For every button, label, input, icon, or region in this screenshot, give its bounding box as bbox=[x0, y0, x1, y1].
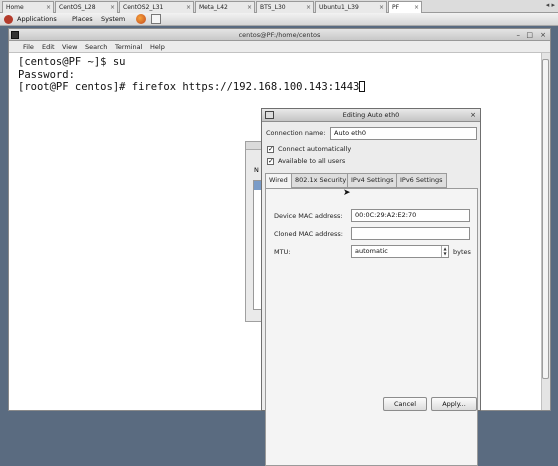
connection-name-label: Connection name: bbox=[266, 129, 326, 137]
terminal-command: [root@PF centos]# firefox https://192.16… bbox=[18, 81, 360, 93]
gnome-foot-icon bbox=[4, 15, 13, 24]
spin-arrows-icon[interactable]: ▲ ▼ bbox=[441, 246, 448, 257]
mail-launcher-icon[interactable] bbox=[151, 14, 161, 24]
device-mac-label: Device MAC address: bbox=[274, 212, 343, 220]
terminal-scrollbar-thumb[interactable] bbox=[542, 59, 549, 379]
close-icon[interactable]: × bbox=[186, 2, 191, 13]
vm-tab-meta-l42[interactable]: Meta_L42 × bbox=[195, 1, 255, 13]
connect-automatically-label: Connect automatically bbox=[278, 145, 352, 153]
text-cursor bbox=[359, 81, 366, 92]
available-to-all-users-label: Available to all users bbox=[278, 157, 346, 165]
terminal-titlebar[interactable]: centos@PF:/home/centos – □ × bbox=[9, 29, 550, 41]
terminal-icon bbox=[11, 31, 19, 39]
background-window-text: N bbox=[254, 166, 259, 174]
places-menu[interactable]: Places bbox=[72, 13, 93, 25]
vm-tab-centos-l28[interactable]: CentOS_L28 × bbox=[55, 1, 118, 13]
cancel-button[interactable]: Cancel bbox=[383, 397, 427, 411]
tab-scroll-arrows-icon[interactable]: ◂ ▸ bbox=[546, 1, 555, 9]
connection-name-input[interactable]: Auto eth0 bbox=[330, 127, 477, 140]
tab-ipv6-settings[interactable]: IPv6 Settings bbox=[396, 173, 447, 188]
terminal-menubar: File Edit View Search Terminal Help bbox=[9, 41, 550, 53]
gnome-top-panel: Applications Places System bbox=[0, 13, 558, 26]
close-icon[interactable]: × bbox=[306, 2, 311, 13]
dialog-title: Editing Auto eth0 bbox=[342, 111, 400, 119]
wired-settings-panel: Device MAC address: 00:0C:29:A2:E2:70 Cl… bbox=[265, 188, 478, 466]
terminal-title: centos@PF:/home/centos bbox=[238, 31, 321, 39]
network-icon bbox=[265, 111, 274, 119]
vm-tab-label: Ubuntu1_L39 bbox=[319, 4, 359, 11]
mtu-label: MTU: bbox=[274, 248, 291, 256]
menu-terminal[interactable]: Terminal bbox=[115, 41, 142, 53]
device-mac-input[interactable]: 00:0C:29:A2:E2:70 bbox=[351, 209, 470, 222]
editing-connection-dialog: Editing Auto eth0 × Connection name: Aut… bbox=[261, 108, 481, 466]
vm-tab-label: BT5_L30 bbox=[260, 4, 286, 11]
vm-tab-ubuntu1-l39[interactable]: Ubuntu1_L39 × bbox=[315, 1, 387, 13]
terminal-line: [centos@PF ~]$ su bbox=[18, 56, 126, 68]
vm-tab-centos2-l31[interactable]: CentOS2_L31 × bbox=[119, 1, 194, 13]
vm-tab-label: Home bbox=[6, 4, 24, 11]
apply-button[interactable]: Apply... bbox=[431, 397, 477, 411]
terminal-line: [root@PF centos]# firefox https://192.16… bbox=[18, 81, 366, 94]
tab-ipv4-settings[interactable]: IPv4 Settings bbox=[347, 173, 398, 188]
dialog-titlebar[interactable]: Editing Auto eth0 × bbox=[262, 109, 480, 122]
menu-edit[interactable]: Edit bbox=[42, 41, 55, 53]
vm-tab-label: PF bbox=[392, 4, 400, 11]
terminal-line: Password: bbox=[18, 68, 75, 81]
vm-tab-label: CentOS_L28 bbox=[59, 4, 96, 11]
available-to-all-users-checkbox[interactable]: ✓ bbox=[267, 158, 274, 165]
close-icon[interactable]: × bbox=[540, 29, 546, 41]
firefox-launcher-icon[interactable] bbox=[136, 14, 146, 24]
system-menu[interactable]: System bbox=[101, 13, 125, 25]
mouse-pointer-icon: ➤ bbox=[343, 188, 351, 198]
terminal-output[interactable]: [centos@PF ~]$ su Password: [root@PF cento… bbox=[18, 56, 366, 94]
close-icon[interactable]: × bbox=[414, 2, 419, 13]
vm-tab-label: CentOS2_L31 bbox=[123, 4, 164, 11]
menu-search[interactable]: Search bbox=[85, 41, 107, 53]
menu-view[interactable]: View bbox=[62, 41, 77, 53]
close-icon[interactable]: × bbox=[46, 2, 51, 13]
vm-tab-bar: Home × CentOS_L28 × CentOS2_L31 × Meta_L42 ×… bbox=[0, 0, 558, 13]
mtu-unit-label: bytes bbox=[453, 248, 471, 256]
connect-automatically-checkbox[interactable]: ✓ bbox=[267, 146, 274, 153]
vm-tab-pf[interactable]: PF × bbox=[388, 1, 422, 13]
menu-file[interactable]: File bbox=[23, 41, 34, 53]
close-icon[interactable]: × bbox=[110, 2, 115, 13]
tab-wired[interactable]: Wired bbox=[265, 173, 292, 189]
close-icon[interactable]: × bbox=[247, 2, 252, 13]
close-icon[interactable]: × bbox=[379, 2, 384, 13]
cloned-mac-input[interactable] bbox=[351, 227, 470, 240]
minimize-icon[interactable]: – bbox=[517, 29, 521, 41]
vm-tab-label: Meta_L42 bbox=[199, 4, 228, 11]
cloned-mac-label: Cloned MAC address: bbox=[274, 230, 343, 238]
vm-tab-bt5-l30[interactable]: BT5_L30 × bbox=[256, 1, 314, 13]
menu-help[interactable]: Help bbox=[150, 41, 165, 53]
mtu-value: automatic bbox=[355, 247, 388, 255]
close-icon[interactable]: × bbox=[470, 109, 476, 122]
vm-tab-home[interactable]: Home × bbox=[2, 1, 54, 13]
applications-menu[interactable]: Applications bbox=[17, 13, 57, 25]
maximize-icon[interactable]: □ bbox=[526, 29, 533, 41]
mtu-spinbox[interactable]: automatic ▲ ▼ bbox=[351, 245, 449, 258]
tab-8021x-security[interactable]: 802.1x Security bbox=[291, 173, 351, 188]
